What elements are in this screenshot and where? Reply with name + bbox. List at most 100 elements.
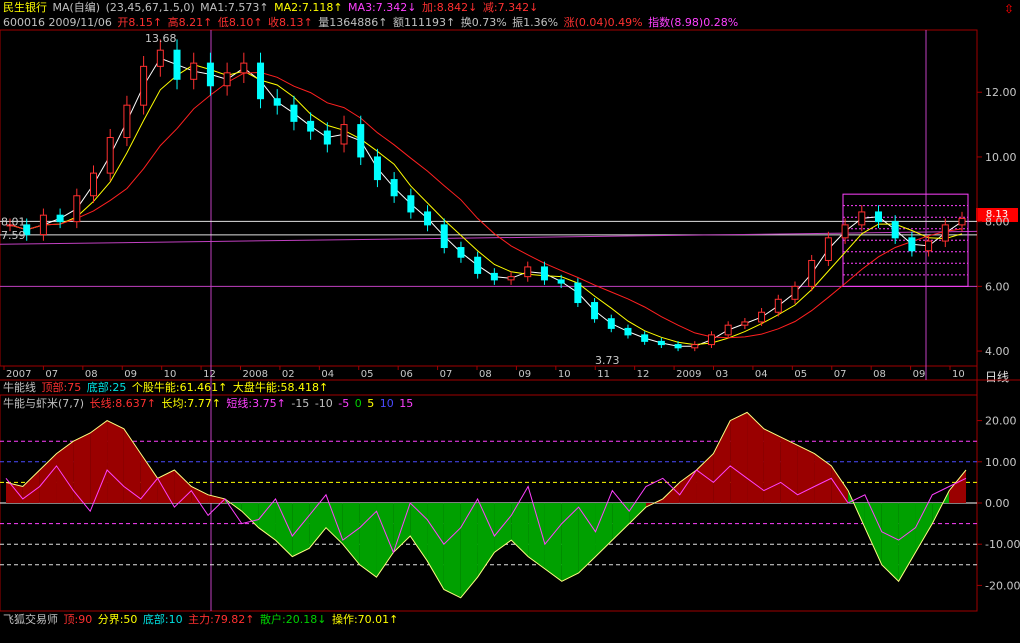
x-tick-label: 09: [913, 369, 926, 380]
chart-canvas[interactable]: 13.68 3.73 8.017.59 4.00 6.00 8.00 10.00 12.00…: [0, 0, 1020, 643]
candle-body: [574, 282, 582, 304]
candle-body: [340, 124, 348, 145]
osc-area-segment: [578, 503, 596, 574]
candle-body: [140, 65, 148, 106]
candle-body: [824, 237, 832, 261]
x-tick-label: 07: [45, 369, 58, 380]
candle-body: [373, 156, 381, 181]
candle-body: [674, 344, 682, 349]
candle-body: [741, 321, 749, 326]
x-tick-label: 2008: [243, 369, 268, 380]
osc-area-segment: [174, 470, 192, 503]
candle-body: [591, 302, 599, 320]
price-annotation: 7.59: [1, 229, 26, 242]
x-tick-label: 09: [124, 369, 137, 380]
candle-body: [707, 334, 715, 346]
osc-area-segment: [427, 503, 444, 590]
osc-area-segment: [376, 503, 394, 578]
candle-body: [774, 298, 782, 313]
x-tick-label: 12: [203, 369, 216, 380]
candle-body: [490, 272, 498, 281]
osc-area-segment: [494, 503, 512, 553]
osc-area-segment: [831, 465, 849, 503]
osc-area-segment: [898, 503, 916, 582]
candle-body: [307, 120, 315, 132]
osc-area-segment: [477, 503, 495, 578]
candle-body: [357, 124, 365, 158]
candle-body: [257, 62, 265, 100]
candle-body: [173, 49, 181, 80]
osc-area-segment: [309, 503, 326, 549]
osc-area-segment: [326, 503, 343, 545]
x-tick-label: 2007: [6, 369, 31, 380]
price-ytick-label: 4.00: [985, 345, 1010, 358]
candle-body: [240, 62, 248, 74]
osc-area-segment: [107, 420, 124, 503]
candle-body: [841, 224, 849, 239]
osc-area-segment: [949, 470, 966, 503]
candle-body: [540, 266, 548, 281]
osc-ytick-label: 10.00: [985, 456, 1017, 469]
osc-area-segment: [679, 470, 697, 503]
osc-area-segment: [814, 453, 832, 503]
osc-area-segment: [241, 503, 259, 528]
candle-body: [56, 214, 64, 223]
candle-body: [724, 324, 732, 336]
x-tick-label: 06: [400, 369, 413, 380]
x-tick-label: 07: [440, 369, 453, 380]
x-tick-label: 03: [716, 369, 729, 380]
price-ytick-label: 6.00: [985, 280, 1010, 293]
osc-ytick-label: -10.00: [985, 538, 1020, 551]
candle-body: [524, 266, 532, 278]
x-tick-label: 11: [597, 369, 610, 380]
osc-ytick-label: 20.00: [985, 415, 1017, 428]
ma2-line: [9, 64, 963, 346]
candle-body: [657, 340, 665, 346]
osc-area-segment: [797, 445, 815, 503]
candle-body: [908, 237, 916, 252]
x-tick-label: 05: [794, 369, 807, 380]
candle-body: [407, 195, 415, 213]
osc-area-segment: [22, 470, 40, 503]
osc-ytick-label: 0.00: [985, 497, 1010, 510]
osc-area-segment: [460, 503, 478, 598]
candle-body: [791, 285, 799, 300]
candle-body: [891, 221, 899, 239]
x-tick-label: 12: [637, 369, 650, 380]
candle-body: [73, 195, 81, 223]
osc-area-segment: [713, 420, 731, 503]
candle-body: [507, 276, 515, 281]
candle-body: [624, 327, 632, 336]
osc-area-segment: [73, 432, 91, 503]
ma3-line: [9, 71, 963, 339]
candle-body: [925, 240, 933, 252]
x-tick-label: 08: [873, 369, 886, 380]
x-tick-label: 02: [282, 369, 295, 380]
price-annotation: 13.68: [145, 32, 177, 45]
osc-area-segment: [56, 441, 74, 503]
candle-body: [607, 318, 615, 329]
ma1-line: [9, 57, 963, 347]
osc-area-segment: [763, 428, 781, 503]
candle-body: [273, 98, 281, 106]
candle-body: [958, 217, 966, 226]
x-tick-label: 09: [518, 369, 531, 380]
price-ytick-label: 12.00: [985, 86, 1017, 99]
candle-body: [457, 247, 465, 258]
candle-body: [440, 224, 448, 249]
osc-area-segment: [730, 412, 748, 503]
candle-body: [858, 211, 866, 226]
candle-body: [390, 179, 398, 197]
x-tick-label: 08: [479, 369, 492, 380]
osc-area-segment: [443, 503, 461, 598]
price-ytick-label: 10.00: [985, 151, 1017, 164]
price-annotation: 3.73: [595, 354, 620, 367]
x-tick-label: 10: [952, 369, 965, 380]
candle-body: [874, 211, 882, 223]
candle-body: [223, 72, 231, 87]
x-tick-label: 10: [164, 369, 177, 380]
candle-body: [290, 104, 298, 122]
x-tick-label: 04: [321, 369, 334, 380]
candle-body: [424, 211, 432, 226]
candle-body: [758, 311, 766, 323]
